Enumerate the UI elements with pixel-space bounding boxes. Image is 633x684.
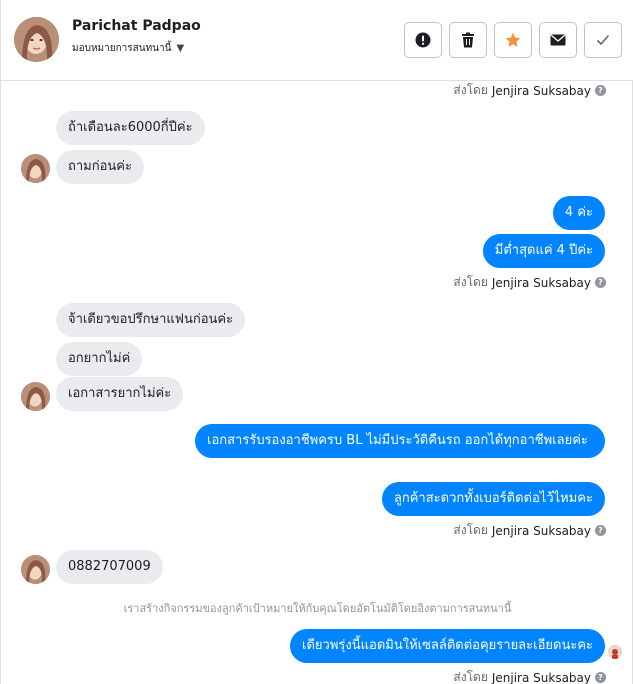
outgoing-message[interactable]: มีต่ำสุดแค่ 4 ปีค่ะ xyxy=(482,234,605,268)
sent-by-prefix: ส่งโดย xyxy=(453,670,488,684)
sent-by-prefix: ส่งโดย xyxy=(453,523,488,537)
help-icon[interactable]: ? xyxy=(595,672,606,683)
contact-avatar-small xyxy=(21,555,50,584)
help-icon[interactable]: ? xyxy=(595,525,606,536)
incoming-message[interactable]: ถ้าเดือนละ6000กี่ปีค่ะ xyxy=(56,111,205,145)
agent-name: Jenjira Suksabay xyxy=(491,275,591,290)
conversation-header: Parichat Padpao มอบหมายการสนทนานี้ ▼ xyxy=(1,0,633,81)
delete-button[interactable] xyxy=(449,22,487,58)
incoming-message[interactable]: ถามก่อนค่ะ xyxy=(56,150,144,184)
sent-by-prefix: ส่งโดย xyxy=(453,275,488,289)
caret-down-icon: ▼ xyxy=(176,43,185,54)
mark-spam-button[interactable] xyxy=(404,22,442,58)
star-icon xyxy=(505,32,521,47)
checkmark-icon xyxy=(596,34,610,46)
contact-avatar-small xyxy=(21,154,50,183)
envelope-icon xyxy=(550,34,566,46)
incoming-message[interactable]: จ้าเดียวขอปรึกษาแฟนก่อนค่ะ xyxy=(56,303,246,337)
outgoing-message[interactable]: 4 ค่ะ xyxy=(552,196,605,230)
conversation-toolbar xyxy=(404,22,622,58)
outgoing-message[interactable]: เอกสารรับรองอาชีพครบ BL ไม่มีประวัติคืนร… xyxy=(195,424,605,458)
contact-name[interactable]: Parichat Padpao xyxy=(72,18,201,34)
sent-by-label: ส่งโดย Jenjira Suksabay ? xyxy=(453,668,606,684)
agent-name: Jenjira Suksabay xyxy=(491,83,591,98)
alert-icon xyxy=(415,32,431,48)
assign-conversation-dropdown[interactable]: มอบหมายการสนทนานี้ ▼ xyxy=(72,41,184,56)
sent-by-label: ส่งโดย Jenjira Suksabay ? xyxy=(453,81,606,100)
incoming-message[interactable]: อกยากไม่ค่ xyxy=(56,342,143,376)
contact-avatar-small xyxy=(21,382,50,411)
contact-avatar[interactable] xyxy=(14,17,59,62)
mark-unread-button[interactable] xyxy=(539,22,577,58)
star-button[interactable] xyxy=(494,22,532,58)
sent-by-label: ส่งโดย Jenjira Suksabay ? xyxy=(453,273,606,292)
outgoing-message[interactable]: เดียวพรุ่งนี้แอดมินให้เซลล์ติดต่อคุยรายล… xyxy=(290,629,605,663)
trash-icon xyxy=(462,32,474,48)
conversation-panel: Parichat Padpao มอบหมายการสนทนานี้ ▼ ส่ง… xyxy=(0,0,633,684)
agent-name: Jenjira Suksabay xyxy=(491,523,591,538)
mark-done-button[interactable] xyxy=(584,22,622,58)
sent-by-label: ส่งโดย Jenjira Suksabay ? xyxy=(453,521,606,540)
help-icon[interactable]: ? xyxy=(595,85,606,96)
agent-name: Jenjira Suksabay xyxy=(491,670,591,684)
system-note: เราสร้างกิจกรรมของลูกค้าเป้าหมายให้กับคุ… xyxy=(123,602,512,615)
assign-label: มอบหมายการสนทนานี้ xyxy=(72,43,172,54)
incoming-message[interactable]: เอกาสารยากไม่ค่ะ xyxy=(56,377,184,411)
help-icon[interactable]: ? xyxy=(595,277,606,288)
read-receipt-avatar xyxy=(608,645,622,659)
sent-by-prefix: ส่งโดย xyxy=(453,83,488,97)
outgoing-message[interactable]: ลูกค้าสะดวกทั้งเบอร์ติดต่อไว้ไหมคะ xyxy=(381,482,605,516)
message-thread[interactable]: ส่งโดย Jenjira Suksabay ? ถ้าเดือนละ6000… xyxy=(1,81,633,684)
incoming-message[interactable]: 0882707009 xyxy=(56,550,163,584)
